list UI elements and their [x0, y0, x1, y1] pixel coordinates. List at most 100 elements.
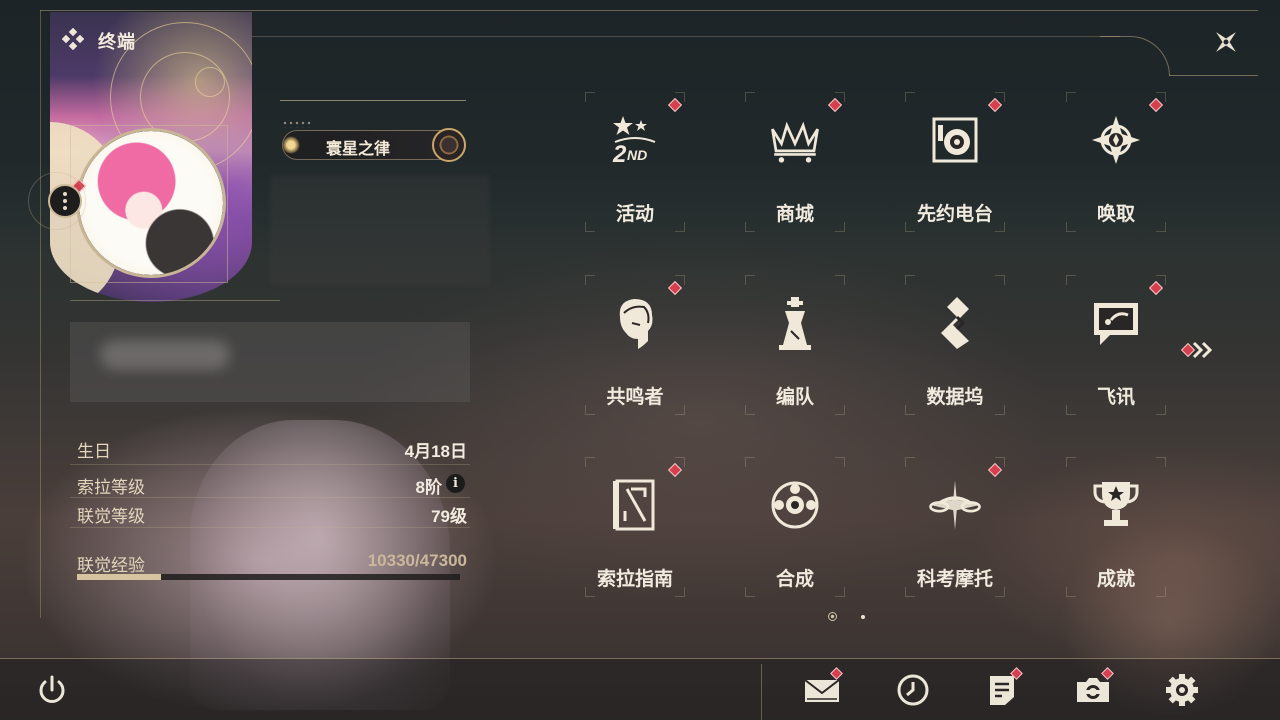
- frame-corner-arc: [1100, 36, 1170, 76]
- signature-blurred[interactable]: [70, 322, 470, 402]
- tile-corner: [745, 92, 755, 102]
- sola-level-value: 8阶: [415, 478, 442, 497]
- tile-corner: [1066, 92, 1076, 102]
- next-page-button[interactable]: [1180, 338, 1220, 362]
- synthesis-icon: [767, 477, 823, 533]
- double-chevron-right-icon: [1192, 341, 1213, 359]
- event-2nd-icon: 2 ND: [607, 112, 663, 168]
- stat-divider: [70, 527, 470, 528]
- name-divider: [280, 100, 466, 101]
- camera-button[interactable]: [1073, 667, 1114, 710]
- shop-icon: [767, 112, 823, 168]
- convene-icon: [1088, 112, 1144, 168]
- tile-corner: [995, 275, 1005, 285]
- tile-corner: [1066, 275, 1076, 285]
- menu-item[interactable]: 先约电台: [905, 92, 1005, 232]
- menu-item[interactable]: 2 ND 活动: [585, 92, 685, 232]
- close-button[interactable]: [1206, 22, 1246, 62]
- menu-item-label: 唤取: [1096, 204, 1135, 225]
- menu-item-label: 索拉指南: [596, 569, 673, 590]
- union-exp-label: 联觉经验: [77, 556, 145, 575]
- menu-item[interactable]: 索拉指南: [585, 457, 685, 597]
- message-icon: [1088, 295, 1144, 351]
- menu-item[interactable]: 飞讯: [1066, 275, 1166, 415]
- notice-button[interactable]: [982, 667, 1023, 710]
- tile-corner: [585, 92, 595, 102]
- union-level-value: 79级: [431, 507, 467, 526]
- menu-item[interactable]: 唤取: [1066, 92, 1166, 232]
- tile-corner: [745, 275, 755, 285]
- svg-text:2: 2: [612, 141, 627, 168]
- menu-item-label: 商城: [775, 204, 814, 225]
- stat-divider: [70, 497, 470, 498]
- close-icon: [1216, 32, 1236, 52]
- trophy-icon: [1088, 477, 1144, 533]
- tile-corner: [745, 457, 755, 467]
- union-level-label: 联觉等级: [77, 507, 145, 526]
- nameplate-dots: [282, 120, 312, 128]
- tile-corner: [585, 275, 595, 285]
- menu-item-label: 成就: [1096, 569, 1135, 590]
- union-exp-bar: [77, 574, 460, 580]
- page-title: 终端: [98, 32, 136, 52]
- menu-item-label: 合成: [775, 569, 814, 590]
- player-name-blurred: [270, 175, 490, 285]
- menu-item[interactable]: 合成: [745, 457, 845, 597]
- frame-left-line: [40, 10, 41, 618]
- menu-item-label: 编队: [775, 387, 814, 408]
- more-dots-icon: [63, 192, 67, 196]
- tile-corner: [585, 457, 595, 467]
- settings-button[interactable]: [1162, 670, 1202, 710]
- radio-icon: [927, 112, 983, 168]
- terminal-icon: [61, 27, 85, 51]
- power-icon: [39, 675, 65, 703]
- bottom-bar-line: [0, 658, 1280, 659]
- mail-button[interactable]: [802, 667, 843, 710]
- birthday-label: 生日: [77, 442, 111, 461]
- menu-item-label: 科考摩托: [916, 569, 993, 590]
- sola-level-label: 索拉等级: [77, 478, 145, 497]
- menu-item-label: 飞讯: [1096, 387, 1135, 408]
- clock-button[interactable]: [893, 670, 933, 710]
- tile-corner: [1156, 457, 1166, 467]
- avatar[interactable]: [76, 128, 226, 278]
- nameplate-title: 寰星之律: [326, 141, 391, 158]
- page-dot[interactable]: [861, 615, 865, 619]
- bottom-bar-divider: [761, 664, 762, 720]
- menu-item-label: 数据坞: [926, 387, 984, 408]
- union-exp-fill: [77, 574, 161, 580]
- menu-item-label: 活动: [615, 204, 654, 225]
- card-underline: [70, 300, 280, 301]
- nameplate-sun-icon: [282, 136, 300, 154]
- profile-more-button[interactable]: [48, 184, 82, 218]
- nameplate-emblem-icon: [432, 128, 466, 162]
- menu-item[interactable]: 数据坞: [905, 275, 1005, 415]
- menu-item-label: 共鸣者: [606, 387, 664, 408]
- frame-corner-tail: [1169, 75, 1258, 76]
- frame-top-line: [40, 10, 1258, 11]
- menu-item[interactable]: 商城: [745, 92, 845, 232]
- gear-icon: [1166, 674, 1198, 706]
- motorbike-icon: [927, 477, 983, 533]
- tile-corner: [905, 457, 915, 467]
- menu-item-label: 先约电台: [916, 204, 993, 225]
- union-exp-value: 10330/47300: [367, 551, 467, 570]
- frame-inner-line: [250, 36, 1120, 37]
- tile-corner: [835, 457, 845, 467]
- team-icon: [767, 295, 823, 351]
- clock-icon: [897, 674, 929, 706]
- menu-item[interactable]: 共鸣者: [585, 275, 685, 415]
- page-dot-active[interactable]: [828, 612, 837, 621]
- birthday-value: 4月18日: [404, 442, 467, 461]
- stat-divider: [70, 464, 470, 465]
- menu-item[interactable]: 成就: [1066, 457, 1166, 597]
- tile-corner: [905, 275, 915, 285]
- tile-corner: [905, 92, 915, 102]
- tile-corner: [1066, 457, 1076, 467]
- tile-corner: [835, 275, 845, 285]
- power-button[interactable]: [32, 670, 72, 710]
- menu-item[interactable]: 科考摩托: [905, 457, 1005, 597]
- data-bank-icon: [927, 295, 983, 351]
- info-icon[interactable]: i: [446, 474, 465, 493]
- menu-item[interactable]: 编队: [745, 275, 845, 415]
